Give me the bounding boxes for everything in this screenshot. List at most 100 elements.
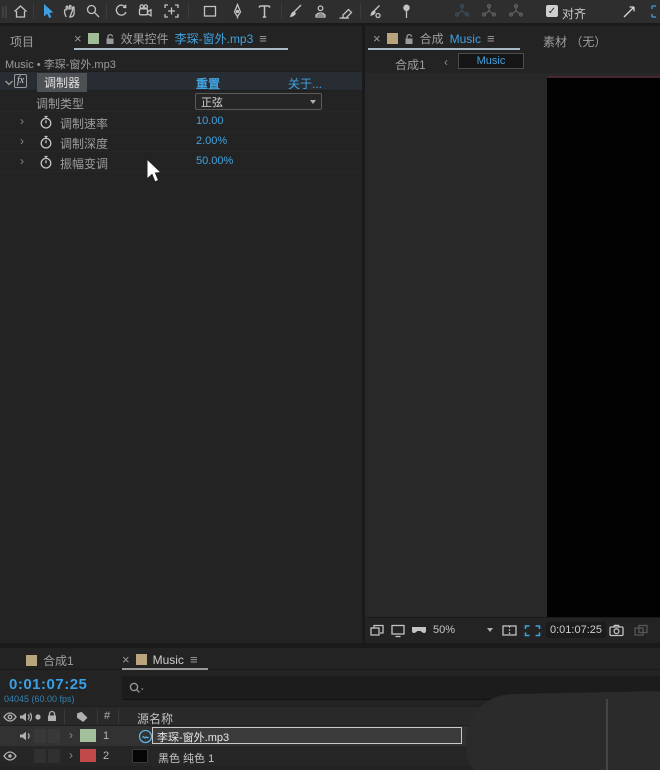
snapshot-camera-icon[interactable] — [608, 623, 626, 638]
composition-viewer[interactable] — [365, 73, 660, 643]
modulation-type-dropdown[interactable]: 正弦 — [195, 93, 322, 110]
axis-mode-view-icon[interactable] — [506, 3, 524, 20]
clone-stamp-tool-icon[interactable] — [312, 3, 329, 20]
dropdown-value: 正弦 — [201, 96, 223, 109]
audio-on-icon[interactable] — [19, 730, 32, 742]
puppet-pin-tool-icon[interactable] — [398, 3, 415, 20]
composition-panel: × 合成 Music ≡ 素材 （无） 合成1 ‹ Music 50% 0:01… — [365, 26, 660, 643]
layer-name[interactable]: 李琛-窗外.mp3 — [152, 727, 462, 744]
monitor-icon[interactable] — [390, 623, 407, 638]
comp-swatch — [386, 33, 398, 44]
brush-tool-icon[interactable] — [287, 3, 304, 20]
twirl-icon[interactable]: › — [20, 134, 24, 148]
expand-layer-icon[interactable]: › — [69, 728, 73, 742]
param-row-amplitude-modulation: › 振幅变调 50.00% — [0, 152, 362, 172]
panel-menu-icon[interactable]: ≡ — [487, 31, 495, 46]
collapse-chevron-icon[interactable] — [4, 79, 14, 87]
tab-music-timeline[interactable]: × Music ≡ — [122, 652, 198, 667]
video-eye-icon[interactable] — [3, 711, 17, 723]
fx-badge-icon[interactable]: fx — [14, 74, 28, 88]
label-tag-icon[interactable] — [75, 710, 90, 723]
param-value[interactable]: 50.00% — [196, 155, 233, 167]
pen-tool-icon[interactable] — [229, 3, 246, 20]
breadcrumb-current[interactable]: Music — [458, 53, 524, 69]
breadcrumb-comp1[interactable]: 合成1 — [395, 56, 426, 73]
toolbar: ✓ 对齐 — [0, 0, 660, 23]
solo-icon[interactable] — [34, 711, 42, 723]
twirl-icon[interactable]: › — [20, 114, 24, 128]
region-of-interest-icon[interactable] — [523, 623, 542, 638]
selection-tool-icon[interactable] — [39, 3, 56, 20]
active-tab-underline — [74, 48, 288, 50]
stopwatch-icon[interactable] — [39, 135, 53, 150]
layer-name[interactable]: 黑色 纯色 1 — [158, 750, 214, 766]
breadcrumb-back-icon: ‹ — [444, 55, 448, 69]
layer-label-swatch[interactable] — [80, 749, 96, 762]
param-row-modulation-rate: › 调制速率 10.00 — [0, 112, 362, 132]
expand-layer-icon[interactable]: › — [69, 748, 73, 762]
snap-checkbox[interactable]: ✓ — [546, 5, 558, 17]
default-cursor-icon[interactable] — [621, 3, 638, 20]
pixel-aspect-icon[interactable] — [501, 623, 519, 638]
workspace-bracket-icon[interactable] — [648, 3, 660, 20]
unlock-icon[interactable] — [105, 33, 115, 45]
tab-footage[interactable]: 素材 （无） — [543, 33, 606, 50]
timeline-timecode[interactable]: 0:01:07:25 — [9, 676, 87, 693]
param-row-modulation-depth: › 调制深度 2.00% — [0, 132, 362, 152]
viewer-toolbar: 50% 0:01:07:25 — [365, 617, 660, 643]
rotation-tool-icon[interactable] — [113, 3, 130, 20]
audio-speaker-icon[interactable] — [19, 711, 32, 723]
param-value[interactable]: 2.00% — [196, 135, 227, 147]
tab-comp1[interactable]: 合成1 — [26, 652, 74, 669]
rectangle-tool-icon[interactable] — [202, 3, 219, 20]
comp-swatch — [135, 654, 147, 665]
stopwatch-icon[interactable] — [39, 155, 53, 170]
zoom-tool-icon[interactable] — [85, 3, 102, 20]
hand-tool-icon[interactable] — [61, 3, 78, 20]
text-tool-icon[interactable] — [256, 3, 273, 20]
zoom-chevron-icon[interactable] — [487, 628, 493, 632]
layer-number-col[interactable]: # — [104, 710, 110, 722]
layer-number: 1 — [103, 730, 110, 742]
show-snapshot-icon[interactable] — [633, 623, 650, 638]
pan-behind-tool-icon[interactable] — [163, 3, 180, 20]
tab-project[interactable]: 项目 — [10, 33, 34, 50]
param-label: 调制深度 — [60, 137, 109, 151]
tab-effect-controls[interactable]: × 效果控件 李琛-窗外.mp3 ≡ — [74, 30, 267, 47]
home-icon[interactable] — [12, 3, 29, 20]
close-icon[interactable]: × — [74, 32, 82, 45]
channel-goggles-icon[interactable] — [410, 623, 430, 638]
stopwatch-icon[interactable] — [39, 115, 53, 130]
tab-clip-name: 李琛-窗外.mp3 — [174, 32, 254, 46]
eraser-tool-icon[interactable] — [337, 3, 354, 20]
unlock-icon[interactable] — [404, 33, 414, 45]
effect-reset-button[interactable]: 重置 — [196, 75, 220, 92]
video-eye-icon[interactable] — [3, 750, 17, 762]
close-icon[interactable]: × — [373, 32, 381, 45]
param-label: 调制类型 — [36, 97, 85, 111]
param-value[interactable]: 10.00 — [196, 115, 224, 127]
zoom-level-value[interactable]: 50% — [433, 624, 455, 636]
lock-icon[interactable] — [46, 710, 58, 722]
layer-label-swatch[interactable] — [80, 729, 96, 742]
always-preview-icon[interactable] — [369, 623, 386, 638]
close-icon[interactable]: × — [122, 653, 130, 666]
camera-tool-icon[interactable] — [137, 3, 154, 20]
dark-overlay-blob — [465, 690, 660, 770]
label-swatch — [87, 33, 99, 44]
timeline-tab-row: 合成1 × Music ≡ — [0, 648, 660, 670]
panel-menu-icon[interactable]: ≡ — [190, 652, 198, 667]
roto-brush-tool-icon[interactable] — [366, 3, 383, 20]
tab-composition[interactable]: × 合成 Music ≡ — [373, 30, 495, 47]
viewer-timecode[interactable]: 0:01:07:25 — [546, 622, 606, 638]
effect-name[interactable]: 调制器 — [37, 73, 88, 92]
source-name-col[interactable]: 源名称 — [137, 710, 173, 727]
tab-title: 效果控件 — [120, 32, 169, 46]
timeline-frame-info: 04045 (60.00 fps) — [4, 694, 75, 704]
axis-mode-world-icon[interactable] — [479, 3, 497, 20]
panel-menu-icon[interactable]: ≡ — [259, 31, 267, 46]
effect-about-link[interactable]: 关于... — [288, 75, 322, 92]
twirl-icon[interactable]: › — [20, 154, 24, 168]
composition-canvas[interactable] — [547, 76, 660, 643]
axis-mode-local-icon[interactable] — [452, 3, 470, 20]
